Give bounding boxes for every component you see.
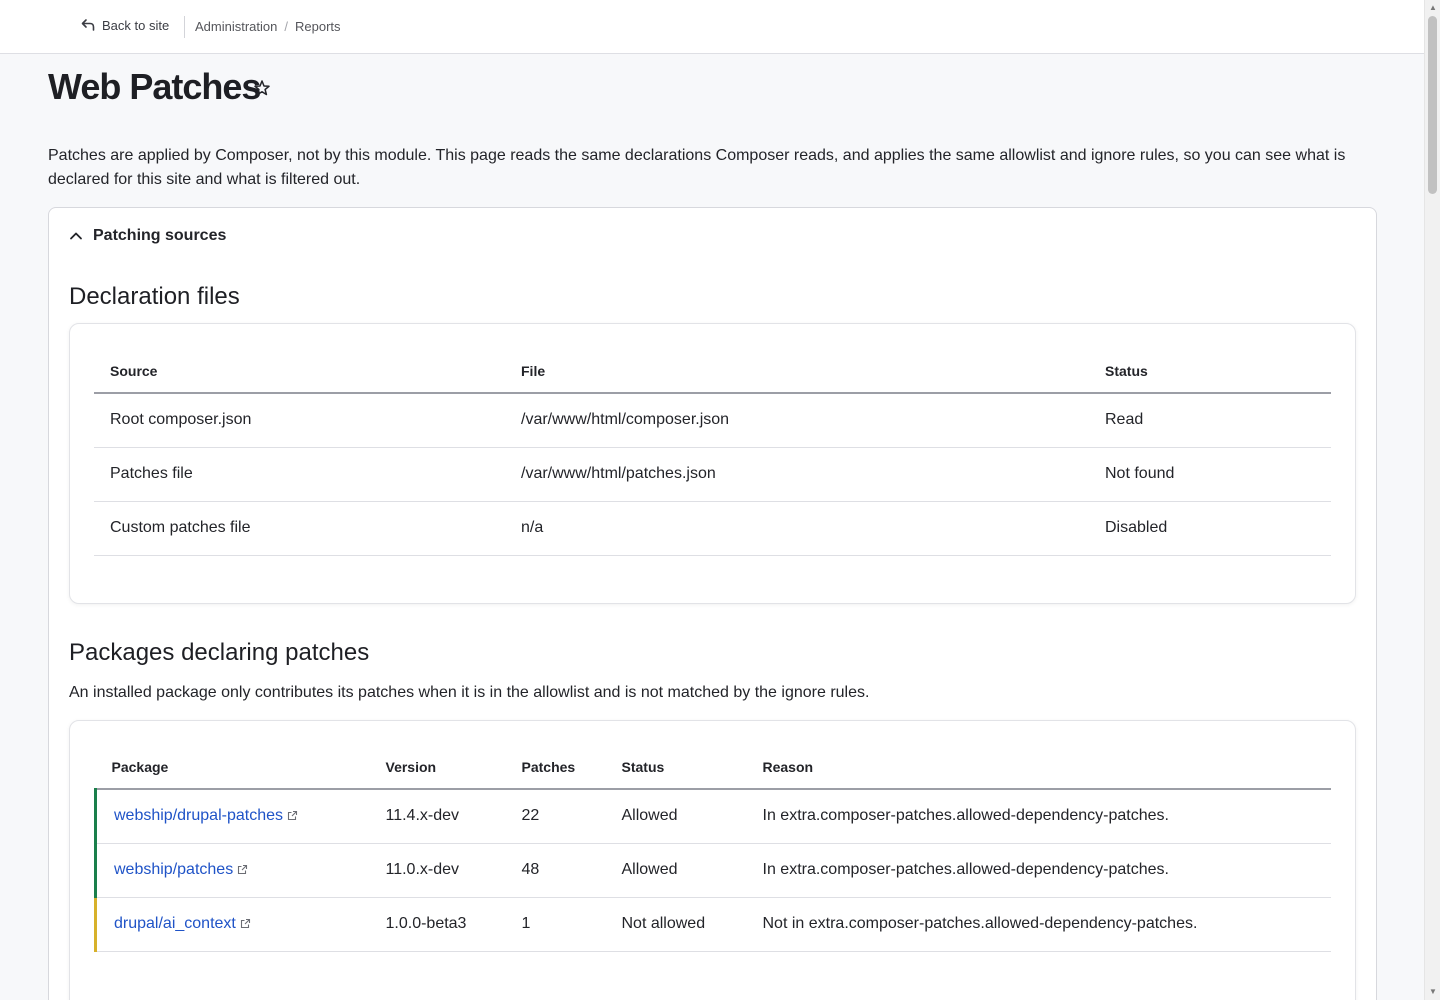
patches-cell: 1 — [505, 897, 606, 952]
patches-cell: 48 — [505, 843, 606, 898]
packages-table: Package Version Patches Status Reason we… — [94, 745, 1331, 952]
table-row: webship/drupal-patches 11.4.x-dev 22 All… — [94, 789, 1331, 844]
table-header-row: Package Version Patches Status Reason — [95, 745, 1331, 790]
package-cell: webship/patches — [94, 843, 370, 898]
file-cell: /var/www/html/patches.json — [505, 447, 1089, 502]
column-header-version: Version — [369, 745, 506, 790]
status-cell: Read — [1089, 393, 1331, 448]
back-to-site-link[interactable]: Back to site — [80, 17, 169, 33]
source-cell: Patches file — [94, 447, 505, 502]
external-link-icon — [240, 918, 250, 929]
admin-toolbar: Back to site Administration / Reports — [0, 0, 1424, 54]
column-header-patches: Patches — [505, 745, 606, 790]
back-to-site-label: Back to site — [102, 17, 170, 33]
status-cell: Not allowed — [605, 897, 747, 952]
patches-cell: 22 — [505, 789, 606, 844]
source-cell: Custom patches file — [94, 501, 505, 556]
reason-cell: In extra.composer-patches.allowed-depend… — [746, 843, 1331, 898]
source-cell: Root composer.json — [94, 393, 505, 448]
chevron-up-icon — [70, 232, 82, 240]
status-cell: Allowed — [605, 843, 747, 898]
scroll-up-arrow-icon[interactable]: ▲ — [1428, 3, 1438, 13]
breadcrumb-reports[interactable]: Reports — [295, 19, 341, 34]
external-link-icon — [238, 864, 248, 875]
column-header-status: Status — [1089, 349, 1331, 394]
reason-cell: In extra.composer-patches.allowed-depend… — [746, 789, 1331, 844]
toolbar-divider — [184, 16, 185, 38]
package-link[interactable]: drupal/ai_context — [114, 915, 236, 932]
table-row: webship/patches 11.0.x-dev 48 Allowed In… — [94, 843, 1331, 898]
package-cell: webship/drupal-patches — [94, 789, 370, 844]
patching-sources-label: Patching sources — [93, 227, 227, 244]
breadcrumb-administration[interactable]: Administration — [195, 19, 277, 34]
table-row: drupal/ai_context 1.0.0-beta3 1 Not allo… — [94, 897, 1331, 952]
file-cell: /var/www/html/composer.json — [505, 393, 1089, 448]
reason-cell: Not in extra.composer-patches.allowed-de… — [746, 897, 1331, 952]
package-cell: drupal/ai_context — [94, 897, 370, 952]
status-cell: Not found — [1089, 447, 1331, 502]
table-header-row: Source File Status — [94, 349, 1331, 394]
declaration-files-card: Source File Status Root composer.json /v… — [69, 323, 1356, 604]
scroll-down-arrow-icon[interactable]: ▼ — [1428, 987, 1438, 997]
back-arrow-icon — [81, 19, 95, 31]
table-row: Root composer.json /var/www/html/compose… — [94, 393, 1331, 448]
page-scrollbar[interactable]: ▲ ▼ — [1424, 0, 1440, 1000]
version-cell: 11.4.x-dev — [369, 789, 506, 844]
column-header-status: Status — [605, 745, 747, 790]
page-title: Web Patches — [48, 66, 261, 107]
declaration-files-heading: Declaration files — [69, 283, 240, 310]
breadcrumb: Administration / Reports — [195, 19, 341, 34]
table-row: Custom patches file n/a Disabled — [94, 501, 1331, 556]
patching-sources-details: Patching sources Declaration files Sourc… — [48, 207, 1377, 1000]
file-cell: n/a — [505, 501, 1089, 556]
scrollbar-thumb[interactable] — [1428, 16, 1437, 194]
column-header-file: File — [505, 349, 1089, 394]
version-cell: 11.0.x-dev — [369, 843, 506, 898]
package-link[interactable]: webship/drupal-patches — [114, 807, 283, 824]
version-cell: 1.0.0-beta3 — [369, 897, 506, 952]
star-icon[interactable] — [252, 78, 272, 98]
package-link[interactable]: webship/patches — [114, 861, 233, 878]
status-cell: Allowed — [605, 789, 747, 844]
external-link-icon — [287, 811, 298, 821]
packages-description: An installed package only contributes it… — [69, 684, 870, 701]
packages-card: Package Version Patches Status Reason we… — [69, 720, 1356, 1000]
patching-sources-summary[interactable]: Patching sources — [69, 227, 226, 245]
table-row: Patches file /var/www/html/patches.json … — [94, 447, 1331, 502]
declaration-files-table: Source File Status Root composer.json /v… — [94, 349, 1331, 556]
breadcrumb-separator: / — [284, 19, 288, 34]
column-header-source: Source — [94, 349, 505, 394]
column-header-package: Package — [95, 745, 370, 790]
column-header-reason: Reason — [746, 745, 1331, 790]
packages-declaring-patches-heading: Packages declaring patches — [69, 639, 370, 666]
page-intro: Patches are applied by Composer, not by … — [48, 147, 1346, 188]
status-cell: Disabled — [1089, 501, 1331, 556]
